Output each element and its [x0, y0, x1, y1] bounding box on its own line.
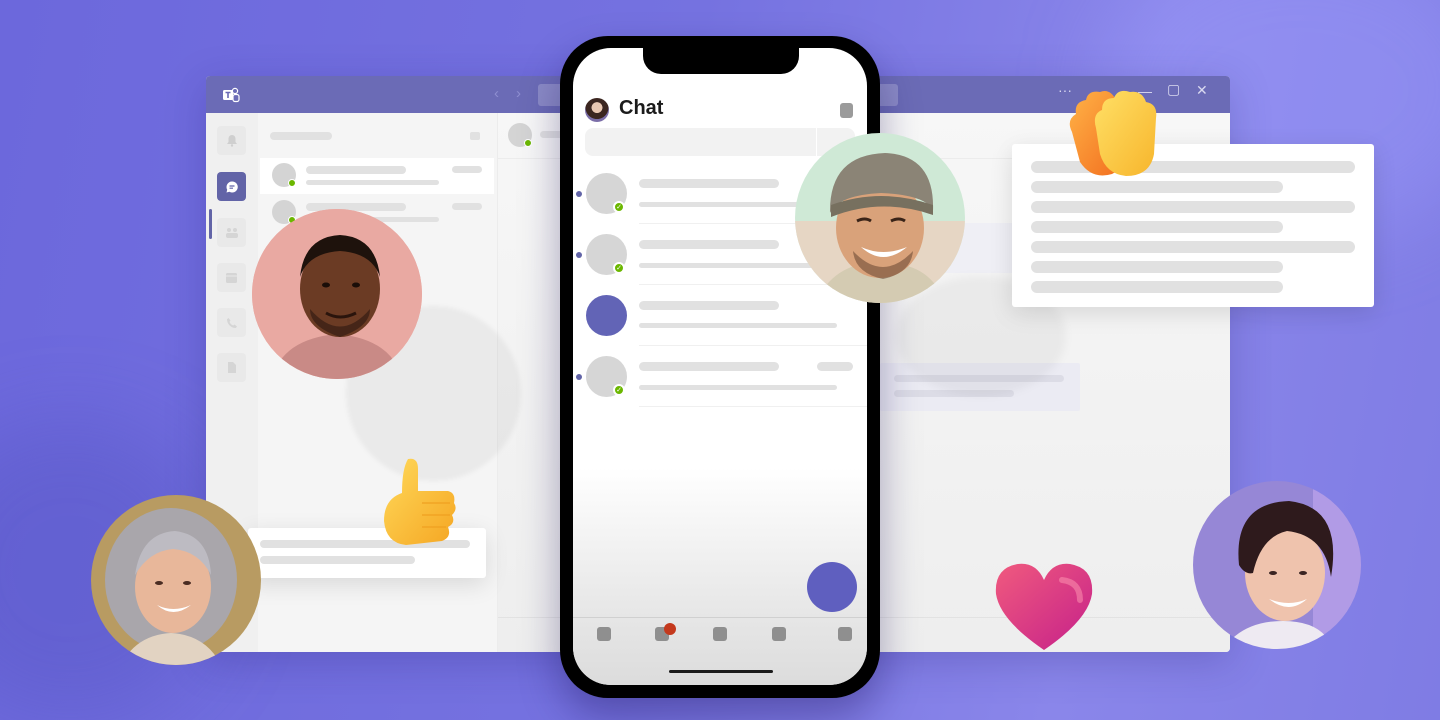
- chat-bubble-icon: [225, 180, 238, 192]
- active-indicator: [209, 209, 212, 239]
- presence-available-icon: ✓: [613, 384, 625, 396]
- rail-item-files[interactable]: [217, 353, 246, 382]
- message-line-placeholder: [260, 556, 415, 564]
- new-chat-button[interactable]: [807, 562, 857, 612]
- forward-button[interactable]: ›: [516, 85, 521, 102]
- group-avatar: [586, 295, 627, 336]
- page-title: Chat: [619, 97, 664, 119]
- tab-activity[interactable]: [597, 627, 611, 641]
- chat-time-placeholder: [452, 166, 482, 173]
- participant-woman-gray-hair-avatar: [91, 495, 261, 665]
- tab-teams[interactable]: [713, 627, 727, 641]
- divider: [639, 406, 867, 407]
- bell-icon: [226, 135, 237, 147]
- search-divider: [816, 128, 817, 156]
- chat-list-title-placeholder: [270, 132, 332, 140]
- rail-item-calendar[interactable]: [217, 263, 246, 292]
- chat-name-placeholder: [639, 179, 779, 188]
- rail-item-calls[interactable]: [217, 308, 246, 337]
- rail-item-chat[interactable]: [217, 172, 246, 201]
- back-button[interactable]: ‹: [494, 85, 499, 102]
- heart-icon: [995, 563, 1093, 650]
- people-icon: [225, 227, 238, 238]
- rail-item-teams[interactable]: [217, 218, 246, 247]
- chat-preview-placeholder: [306, 180, 439, 185]
- thumbs-up-icon: [384, 458, 456, 545]
- mobile-phone: Chat ✓ ✓ ✓: [560, 36, 880, 698]
- rail-item-activity[interactable]: [217, 126, 246, 155]
- tab-calendar[interactable]: [772, 627, 786, 641]
- chat-time-placeholder: [817, 362, 853, 371]
- calendar-icon: [226, 272, 237, 283]
- close-button[interactable]: ✕: [1196, 82, 1208, 99]
- header-action-button[interactable]: [840, 103, 853, 118]
- chat-preview-placeholder: [639, 323, 837, 328]
- participant-woman-short-hair-avatar: [1193, 481, 1361, 649]
- user-avatar[interactable]: [585, 98, 609, 122]
- unread-indicator: [576, 374, 582, 380]
- search-input[interactable]: [585, 128, 855, 156]
- presence-available-icon: ✓: [613, 262, 625, 274]
- phone-screen: Chat ✓ ✓ ✓: [573, 48, 867, 685]
- maximize-button[interactable]: ▢: [1167, 81, 1180, 98]
- home-indicator[interactable]: [669, 670, 773, 673]
- chat-list-item[interactable]: [573, 285, 867, 347]
- chat-list-item[interactable]: [260, 158, 494, 194]
- chat-preview-placeholder: [639, 385, 837, 390]
- chat-name-placeholder: [306, 166, 406, 174]
- notification-badge: [664, 623, 676, 635]
- tab-more[interactable]: [838, 627, 852, 641]
- person-photo-icon: [91, 495, 261, 665]
- person-photo-icon: [795, 133, 965, 303]
- teams-logo-icon: [223, 87, 240, 103]
- presence-available-icon: [288, 179, 296, 187]
- unread-indicator: [576, 252, 582, 258]
- person-photo-icon: [1193, 481, 1361, 649]
- chat-name-placeholder: [639, 301, 779, 310]
- unread-indicator: [576, 191, 582, 197]
- person-photo-icon: [252, 209, 422, 379]
- message-line-placeholder: [1031, 241, 1355, 253]
- file-icon: [227, 362, 236, 373]
- phone-notch: [643, 48, 799, 74]
- filter-button[interactable]: [470, 132, 480, 140]
- chat-name-placeholder: [639, 240, 779, 249]
- message-line-placeholder: [1031, 221, 1283, 233]
- message-line-placeholder: [1031, 181, 1283, 193]
- presence-available-icon: ✓: [613, 201, 625, 213]
- message-line-placeholder: [1031, 261, 1283, 273]
- presence-available-icon: [524, 139, 532, 147]
- phone-icon: [226, 317, 237, 328]
- clapping-hands-icon: [1069, 90, 1157, 176]
- tab-bar-divider: [573, 617, 867, 618]
- chat-list-item[interactable]: ✓: [573, 346, 867, 408]
- message-line-placeholder: [1031, 281, 1283, 293]
- message-line-placeholder: [1031, 201, 1355, 213]
- chat-time-placeholder: [452, 203, 482, 210]
- chat-name-placeholder: [639, 362, 779, 371]
- participant-man-beanie-avatar: [795, 133, 965, 303]
- participant-man-pink-sweater-avatar: [252, 209, 422, 379]
